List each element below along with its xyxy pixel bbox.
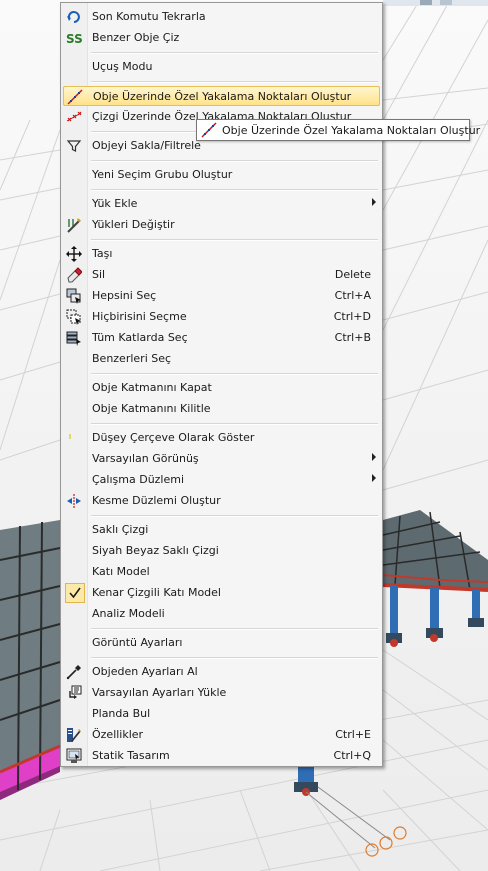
context-menu: Son Komutu Tekrarla SS Benzer Obje Çiz U…	[60, 2, 383, 767]
menu-item-analysis-model[interactable]: Analiz Modeli	[63, 604, 380, 624]
select-floors-icon	[66, 330, 82, 346]
menu-separator	[91, 189, 378, 191]
menu-item-repeat-last[interactable]: Son Komutu Tekrarla	[63, 7, 380, 27]
frame-mark-icon	[66, 430, 82, 446]
select-all-icon	[66, 288, 82, 304]
menu-item-hidden-line[interactable]: Saklı Çizgi	[63, 520, 380, 540]
menu-separator	[91, 628, 378, 630]
menu-item-section-plane[interactable]: Kesme Düzlemi Oluştur	[63, 491, 380, 511]
load-settings-icon	[66, 685, 82, 701]
dotted-line-red-icon	[201, 122, 217, 138]
menu-item-delete[interactable]: Sil Delete	[63, 265, 380, 285]
menu-item-work-plane[interactable]: Çalışma Düzlemi	[63, 470, 380, 490]
menu-item-lock-layer[interactable]: Obje Katmanını Kilitle	[63, 399, 380, 419]
checkmark-icon	[69, 587, 81, 599]
menu-item-edged-solid-model[interactable]: Kenar Çizgili Katı Model	[63, 583, 380, 603]
menu-item-properties[interactable]: Özellikler Ctrl+E	[63, 725, 380, 745]
menu-item-select-all[interactable]: Hepsini Seç Ctrl+A	[63, 286, 380, 306]
menu-item-show-vertical-frame[interactable]: Düşey Çerçeve Olarak Göster	[63, 428, 380, 448]
filter-funnel-icon	[66, 138, 82, 154]
dotted-line-x-icon	[66, 109, 82, 125]
menu-item-load-default-settings[interactable]: Varsayılan Ayarları Yükle	[63, 683, 380, 703]
dotted-line-red-icon	[67, 89, 83, 105]
double-s-icon: SS	[66, 30, 83, 46]
submenu-arrow-icon	[372, 198, 376, 206]
canopy-right	[382, 510, 488, 647]
menu-item-find-in-plan[interactable]: Planda Bul	[63, 704, 380, 724]
menu-separator	[91, 160, 378, 162]
menu-item-view-settings[interactable]: Görüntü Ayarları	[63, 633, 380, 653]
menu-item-settings-from-object[interactable]: Objeden Ayarları Al	[63, 662, 380, 682]
menu-separator	[91, 373, 378, 375]
menu-tooltip: Obje Üzerinde Özel Yakalama Noktaları Ol…	[196, 119, 480, 141]
menu-item-create-snap-points[interactable]: Obje Üzerinde Özel Yakalama Noktaları Ol…	[63, 86, 380, 106]
menu-separator	[91, 81, 378, 83]
menu-item-static-design[interactable]: Statik Tasarım Ctrl+Q	[63, 746, 380, 766]
menu-item-select-none[interactable]: Hiçbirisini Seçme Ctrl+D	[63, 307, 380, 327]
menu-item-close-layer[interactable]: Obje Katmanını Kapat	[63, 378, 380, 398]
menu-item-flight-mode[interactable]: Uçuş Modu	[63, 57, 380, 77]
menu-separator	[91, 423, 378, 425]
menu-item-new-selection-group[interactable]: Yeni Seçim Grubu Oluştur	[63, 165, 380, 185]
menu-separator	[91, 515, 378, 517]
section-plane-icon	[66, 493, 82, 509]
static-design-icon	[66, 748, 82, 764]
menu-item-change-loads[interactable]: Yükleri Değiştir	[63, 215, 380, 235]
checkmark-box	[65, 583, 85, 603]
eyedropper-icon	[66, 664, 82, 680]
menu-separator	[91, 52, 378, 54]
select-none-icon	[66, 309, 82, 325]
menu-item-draw-similar[interactable]: SS Benzer Obje Çiz	[63, 28, 380, 48]
move-arrows-icon	[66, 246, 82, 262]
menu-item-solid-model[interactable]: Katı Model	[63, 562, 380, 582]
menu-item-bw-hidden-line[interactable]: Siyah Beyaz Saklı Çizgi	[63, 541, 380, 561]
menu-item-select-all-floors[interactable]: Tüm Katlarda Seç Ctrl+B	[63, 328, 380, 348]
menu-item-default-views[interactable]: Varsayılan Görünüş	[63, 449, 380, 469]
svg-text:SS: SS	[66, 32, 82, 46]
eraser-icon	[66, 267, 83, 283]
top-toolbar-fragment	[383, 0, 488, 6]
repeat-arrow-icon	[66, 9, 82, 25]
center-footing	[294, 767, 407, 857]
properties-icon	[66, 727, 82, 743]
submenu-arrow-icon	[372, 453, 376, 461]
menu-item-select-similar[interactable]: Benzerleri Seç	[63, 349, 380, 369]
menu-separator	[91, 239, 378, 241]
menu-item-move[interactable]: Taşı	[63, 244, 380, 264]
load-edit-icon	[66, 217, 82, 233]
menu-item-add-load[interactable]: Yük Ekle	[63, 194, 380, 214]
building-left	[0, 520, 61, 800]
submenu-arrow-icon	[372, 474, 376, 482]
menu-separator	[91, 657, 378, 659]
